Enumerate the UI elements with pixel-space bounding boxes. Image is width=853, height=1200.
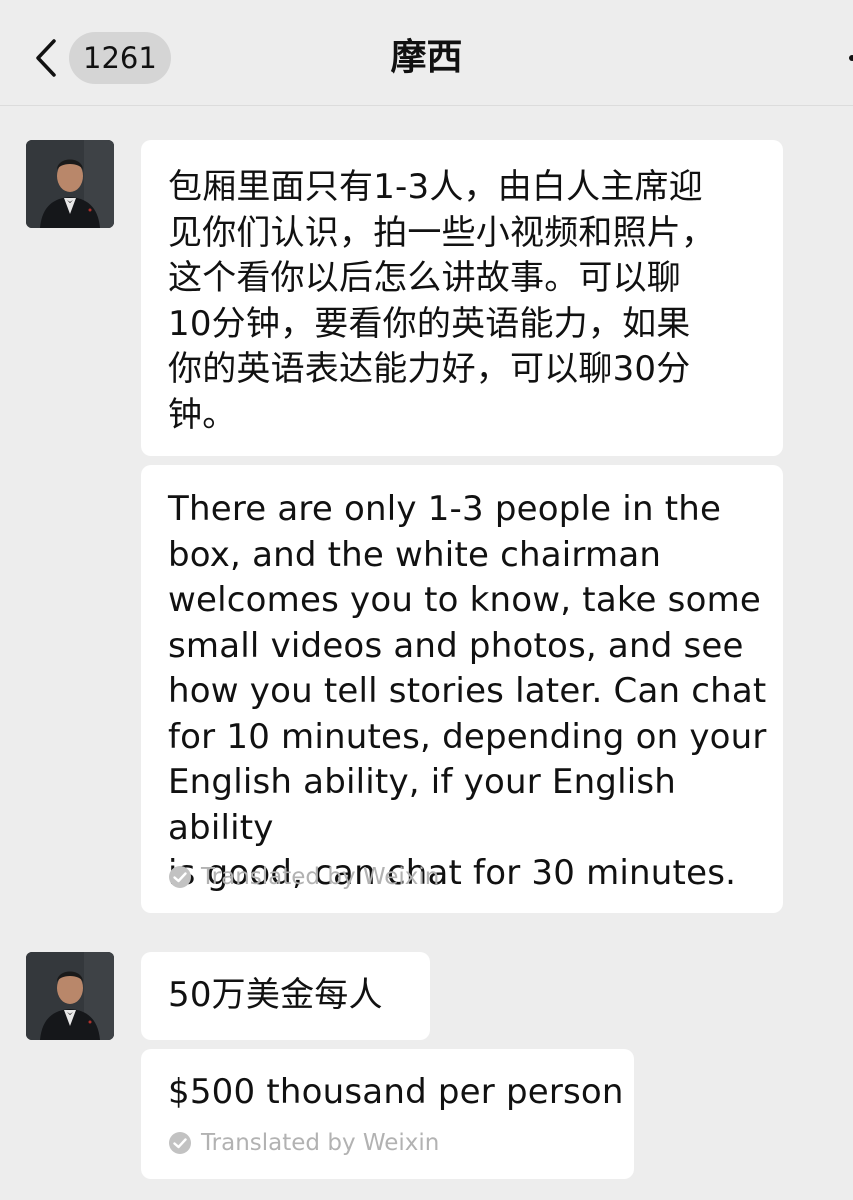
translated-by-label: Translated by Weixin	[168, 1128, 439, 1158]
translation-text: $500 thousand per person	[168, 1072, 624, 1112]
translated-by-text: Translated by Weixin	[201, 1130, 440, 1156]
message-text: 包厢里面只有1-3人，由白人主席迎 见你们认识，拍一些小视频和照片， 这个看你以…	[168, 167, 716, 435]
message-bubble-translation[interactable]: There are only 1-3 people in the box, an…	[141, 465, 783, 913]
check-circle-icon	[168, 1131, 192, 1155]
contact-avatar[interactable]	[26, 952, 114, 1040]
message-bubble-original[interactable]: 包厢里面只有1-3人，由白人主席迎 见你们认识，拍一些小视频和照片， 这个看你以…	[141, 140, 783, 456]
translated-by-label: Translated by Weixin	[168, 862, 439, 892]
chat-header: 1261 摩西	[0, 0, 853, 106]
translated-by-text: Translated by Weixin	[201, 864, 440, 890]
contact-avatar[interactable]	[26, 140, 114, 228]
message-text: 50万美金每人	[168, 975, 383, 1015]
message-bubble-translation[interactable]: $500 thousand per person Translated by W…	[141, 1049, 634, 1179]
more-icon[interactable]	[847, 50, 853, 66]
chat-title: 摩西	[390, 37, 463, 78]
message-bubble-original[interactable]: 50万美金每人	[141, 952, 430, 1040]
check-circle-icon	[168, 865, 192, 889]
translation-text: There are only 1-3 people in the box, an…	[168, 489, 767, 893]
